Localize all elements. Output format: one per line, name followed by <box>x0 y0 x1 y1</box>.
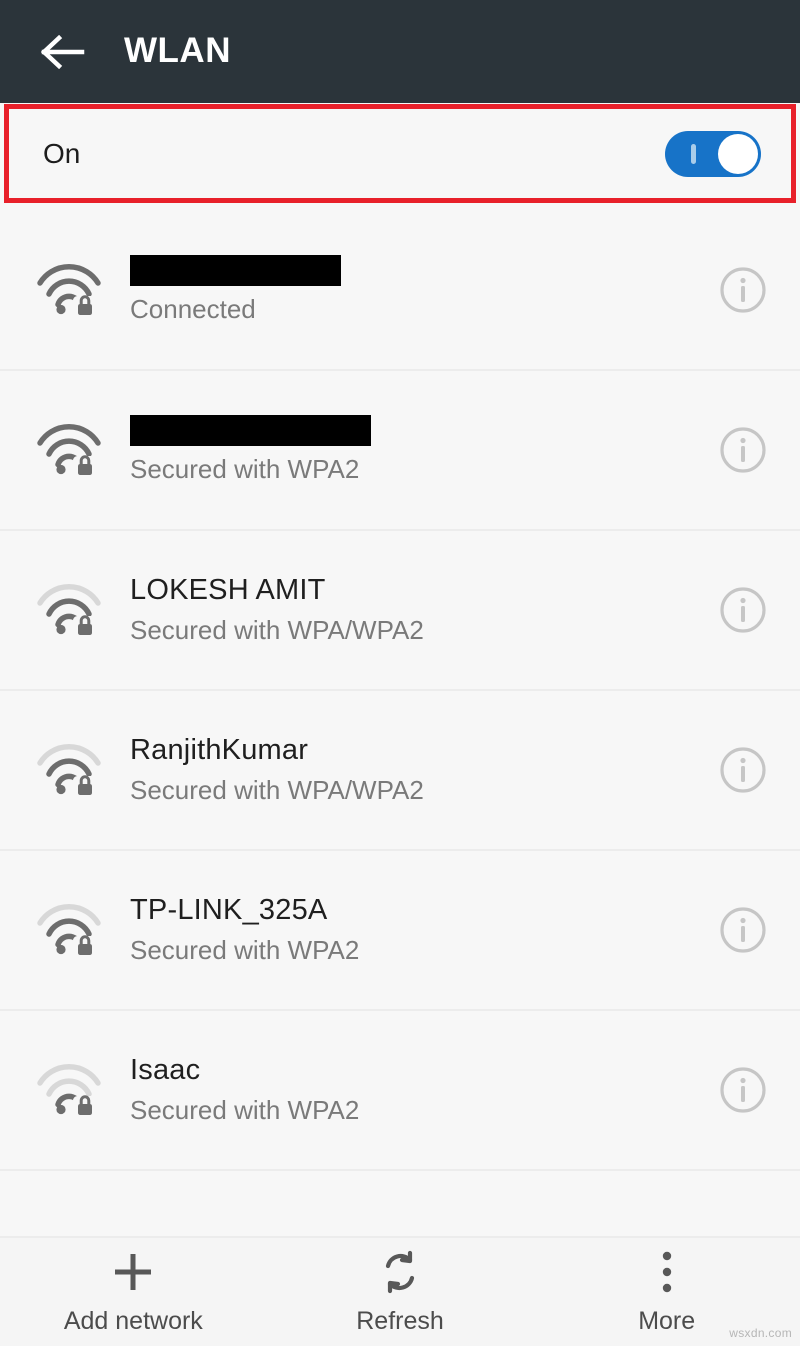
info-icon[interactable] <box>716 1063 770 1117</box>
network-status: Connected <box>130 294 256 325</box>
plus-icon <box>110 1249 156 1295</box>
info-icon[interactable] <box>716 743 770 797</box>
overflow-menu-icon <box>657 1249 677 1295</box>
network-text-block: RanjithKumar Secured with WPA/WPA2 <box>130 734 716 806</box>
wlan-state-label: On <box>43 137 81 169</box>
network-status: Secured with WPA/WPA2 <box>130 615 424 646</box>
network-ssid: RanjithKumar <box>130 733 309 766</box>
wifi-lock-icon <box>34 260 104 320</box>
network-text-block: LOKESH AMIT Secured with WPA/WPA2 <box>130 574 716 646</box>
network-status: Secured with WPA2 <box>130 454 360 485</box>
network-list-item[interactable]: Secured with WPA2 <box>0 371 800 531</box>
network-list-item[interactable]: TP-LINK_325A Secured with WPA2 <box>0 851 800 1011</box>
network-text-block: Isaac Secured with WPA2 <box>130 1054 716 1126</box>
wlan-toggle-switch[interactable] <box>665 130 761 177</box>
app-bar: WLAN <box>0 0 800 103</box>
network-text-block: Secured with WPA2 <box>130 415 716 485</box>
wifi-lock-icon <box>34 740 104 800</box>
network-ssid: Isaac <box>130 1053 201 1086</box>
toggle-on-mark <box>691 143 696 164</box>
watermark: wsxdn.com <box>729 1326 792 1340</box>
info-icon[interactable] <box>716 903 770 957</box>
network-text-block: Connected <box>130 255 716 325</box>
wifi-network-list: Connected Secured with WPA2 LOKESH AMIT … <box>0 211 800 1171</box>
network-ssid: TP-LINK_325A <box>130 893 328 926</box>
toggle-knob <box>718 133 758 174</box>
info-icon[interactable] <box>716 263 770 317</box>
arrow-left-icon <box>41 34 85 69</box>
toolbar-button-label: Add network <box>63 1307 203 1335</box>
toolbar-refresh-button[interactable]: Refresh <box>267 1238 534 1346</box>
list-bottom-spacer <box>0 1171 800 1238</box>
network-text-block: TP-LINK_325A Secured with WPA2 <box>130 894 716 966</box>
toolbar-plus-button[interactable]: Add network <box>0 1238 267 1346</box>
network-ssid: LOKESH AMIT <box>130 573 326 606</box>
network-status: Secured with WPA2 <box>130 1095 360 1126</box>
bottom-toolbar: Add network Refresh More <box>0 1238 800 1346</box>
refresh-icon <box>379 1249 421 1295</box>
page-title: WLAN <box>124 30 231 70</box>
wlan-master-switch-row[interactable]: On <box>9 109 791 198</box>
wifi-lock-icon <box>34 580 104 640</box>
network-status: Secured with WPA/WPA2 <box>130 775 424 806</box>
wifi-lock-icon <box>34 420 104 480</box>
wifi-lock-icon <box>34 900 104 960</box>
wlan-toggle-highlight: On <box>4 104 796 203</box>
wifi-lock-icon <box>34 1060 104 1120</box>
toolbar-button-label: Refresh <box>356 1307 444 1335</box>
wlan-settings-screen: WLAN On Connected Secured with WPA2 LOKE… <box>0 0 800 1346</box>
network-list-item[interactable]: Connected <box>0 211 800 371</box>
back-button[interactable] <box>26 15 100 89</box>
network-list-item[interactable]: Isaac Secured with WPA2 <box>0 1011 800 1171</box>
network-ssid <box>130 255 341 287</box>
toolbar-button-label: More <box>638 1307 696 1335</box>
network-list-item[interactable]: RanjithKumar Secured with WPA/WPA2 <box>0 691 800 851</box>
info-icon[interactable] <box>716 583 770 637</box>
network-ssid <box>130 415 371 447</box>
info-icon[interactable] <box>716 423 770 477</box>
network-list-item[interactable]: LOKESH AMIT Secured with WPA/WPA2 <box>0 531 800 691</box>
network-status: Secured with WPA2 <box>130 935 360 966</box>
